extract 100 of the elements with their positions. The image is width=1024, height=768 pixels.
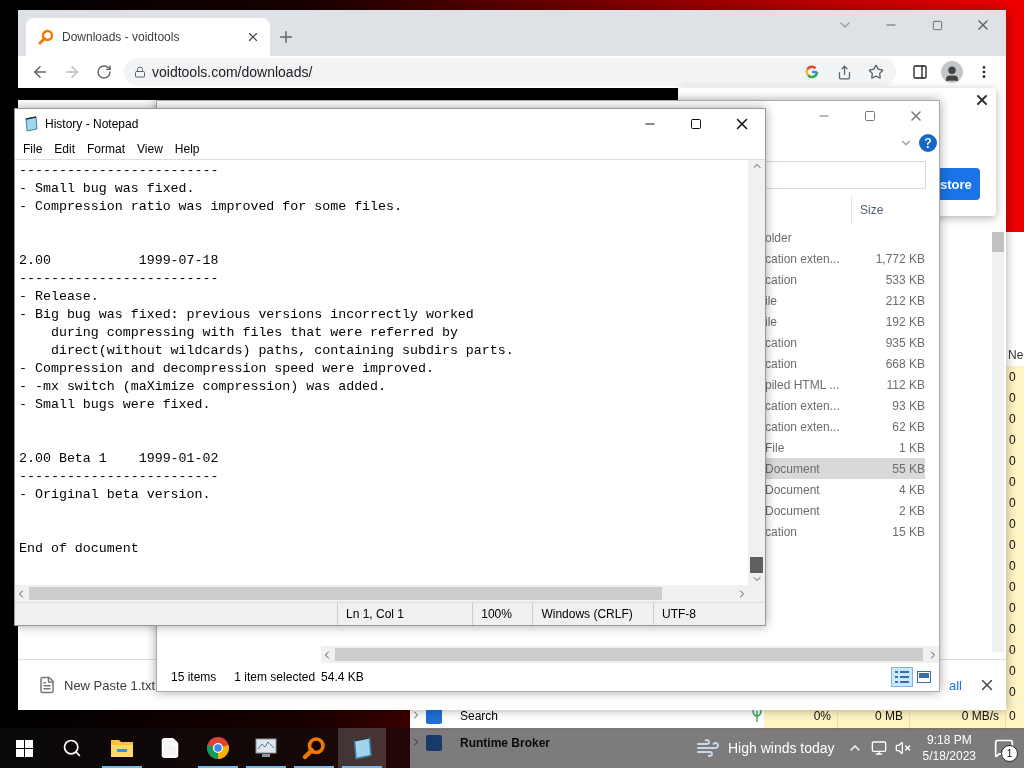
share-icon[interactable] — [836, 64, 852, 80]
file-type: Document — [764, 482, 821, 497]
show-all-link[interactable]: all — [949, 677, 962, 693]
volume-icon[interactable] — [894, 740, 911, 756]
file-size: 668 KB — [884, 356, 925, 371]
address-bar[interactable]: voidtools.com/downloads/ — [124, 58, 896, 86]
wind-icon[interactable] — [696, 736, 720, 760]
side-panel-icon[interactable] — [912, 64, 928, 80]
column-header[interactable]: Ne — [1006, 348, 1024, 366]
back-icon[interactable] — [31, 63, 49, 81]
download-item[interactable]: New Paste 1.txt — [64, 677, 156, 693]
notification-button[interactable]: 1 — [984, 728, 1024, 768]
chrome-icon[interactable] — [206, 736, 230, 760]
file-type: cation — [764, 356, 799, 371]
table-cell: 0 — [1006, 597, 1024, 618]
file-type: Document — [764, 461, 821, 476]
magnifier-icon — [302, 736, 326, 760]
file-size: 112 KB — [885, 377, 925, 392]
file-type: cation — [764, 272, 799, 287]
file-type: piled HTML ... — [764, 377, 841, 392]
file-size: 192 KB — [884, 314, 925, 329]
menu-item[interactable]: Help — [168, 142, 206, 156]
file-size: 55 KB — [891, 461, 925, 476]
store-button[interactable]: store — [940, 168, 980, 200]
file-type: cation exten... — [764, 398, 841, 413]
file-type: older — [764, 230, 793, 245]
notification-icon[interactable] — [994, 738, 1014, 758]
scrollbar[interactable] — [992, 232, 1004, 652]
file-type: File — [764, 440, 786, 455]
start-icon[interactable] — [15, 739, 33, 757]
table-cell: 0 — [1006, 492, 1024, 513]
table-cell: 0 — [1006, 576, 1024, 597]
table-cell: 0 — [1006, 534, 1024, 555]
menu-item[interactable]: View — [131, 142, 169, 156]
document-text[interactable]: ------------------------- - Small bug was fixed. - Compression ratio was improved for some files. 2.00 1999-07-18 ------------------------- - Release. - Big bug was fixed: previous versions incorrectly worked during compressing with files that were referred by direct(without wildcards) paths, containing subdirs parts. - Compression and decompression speed were improved. - -mx switch (maXimize compression) was added. - Small bugs were fixed. 2.00 Beta 1 1999-01-02 ------------------------- - Original beta version. End of document — [15, 160, 748, 585]
scroll-thumb[interactable] — [750, 557, 763, 573]
clock[interactable]: 9:18 PM 5/18/2023 — [914, 732, 984, 764]
selected-row[interactable]: Document 55 KB — [763, 458, 925, 479]
app-icon — [426, 735, 442, 751]
table-cell: 0 — [1006, 660, 1024, 681]
selection-size: 54.4 KB — [321, 670, 364, 684]
leaf-icon — [752, 707, 762, 722]
window-title: History - Notepad — [45, 117, 140, 131]
file-size: 15 KB — [891, 524, 925, 539]
table-cell: 0 — [1006, 555, 1024, 576]
notepad-icon — [23, 116, 39, 132]
status-text: 100% — [472, 603, 533, 625]
maximize-icon[interactable] — [690, 118, 702, 130]
file-size: 93 KB — [891, 398, 925, 413]
profile-avatar[interactable] — [941, 61, 963, 83]
favicon-icon — [38, 29, 54, 45]
file-size: 2 KB — [898, 503, 925, 518]
status-text: UTF-8 — [653, 603, 765, 625]
star-icon[interactable] — [868, 64, 884, 80]
google-icon[interactable] — [805, 65, 819, 79]
table-cell: 0 — [1006, 703, 1024, 729]
close-icon[interactable] — [974, 92, 990, 108]
table-cell: 0 — [1006, 471, 1024, 492]
file-type: Document — [764, 503, 821, 518]
file-type: ile — [764, 314, 778, 329]
scrollbar[interactable] — [15, 585, 765, 602]
weather-widget[interactable]: High winds today — [720, 740, 843, 756]
file-size: 1,772 KB — [874, 251, 925, 266]
menu-item[interactable]: Edit — [48, 142, 82, 156]
file-icon — [38, 676, 56, 694]
table-cell: 0 — [1006, 681, 1024, 702]
table-cell: 0 — [1006, 639, 1024, 660]
browser-tab[interactable]: Downloads - voidtools — [26, 18, 270, 56]
search-icon[interactable] — [62, 738, 82, 758]
table-cell: 0 — [1006, 618, 1024, 639]
scrollbar[interactable] — [321, 646, 939, 663]
menu-item[interactable]: Format — [81, 142, 132, 156]
process-name: Runtime Broker — [460, 736, 551, 750]
file-type: cation — [764, 335, 799, 350]
folder-icon[interactable] — [110, 737, 134, 759]
file-type: cation — [764, 524, 799, 539]
help-icon[interactable] — [919, 134, 937, 152]
table-cell: 0 — [1006, 429, 1024, 450]
status-text: Ln 1, Col 1 — [337, 603, 473, 625]
file-size: 935 KB — [884, 335, 925, 350]
network-icon[interactable] — [870, 740, 887, 756]
table-cell: 0 — [1006, 366, 1024, 387]
file-type: cation exten... — [764, 251, 841, 266]
menu-item[interactable]: File — [17, 142, 49, 156]
reload-icon[interactable] — [96, 64, 112, 80]
new-tab-icon[interactable] — [277, 28, 295, 46]
selection-info: 1 item selected — [234, 670, 316, 684]
details-view-button[interactable] — [891, 667, 913, 687]
scrollbar[interactable] — [748, 160, 765, 585]
column-header[interactable]: Size — [851, 195, 939, 225]
file-size: 212 KB — [884, 293, 925, 308]
close-icon[interactable] — [246, 30, 260, 44]
monitor-icon[interactable] — [254, 737, 278, 759]
table-cell: 0 — [1006, 387, 1024, 408]
file-type: ile — [764, 293, 778, 308]
table-cell: 0 — [1006, 513, 1024, 534]
process-name: Search — [460, 709, 499, 723]
lock-icon — [134, 66, 146, 78]
file-size: 533 KB — [884, 272, 925, 287]
file-icon[interactable] — [159, 737, 181, 759]
